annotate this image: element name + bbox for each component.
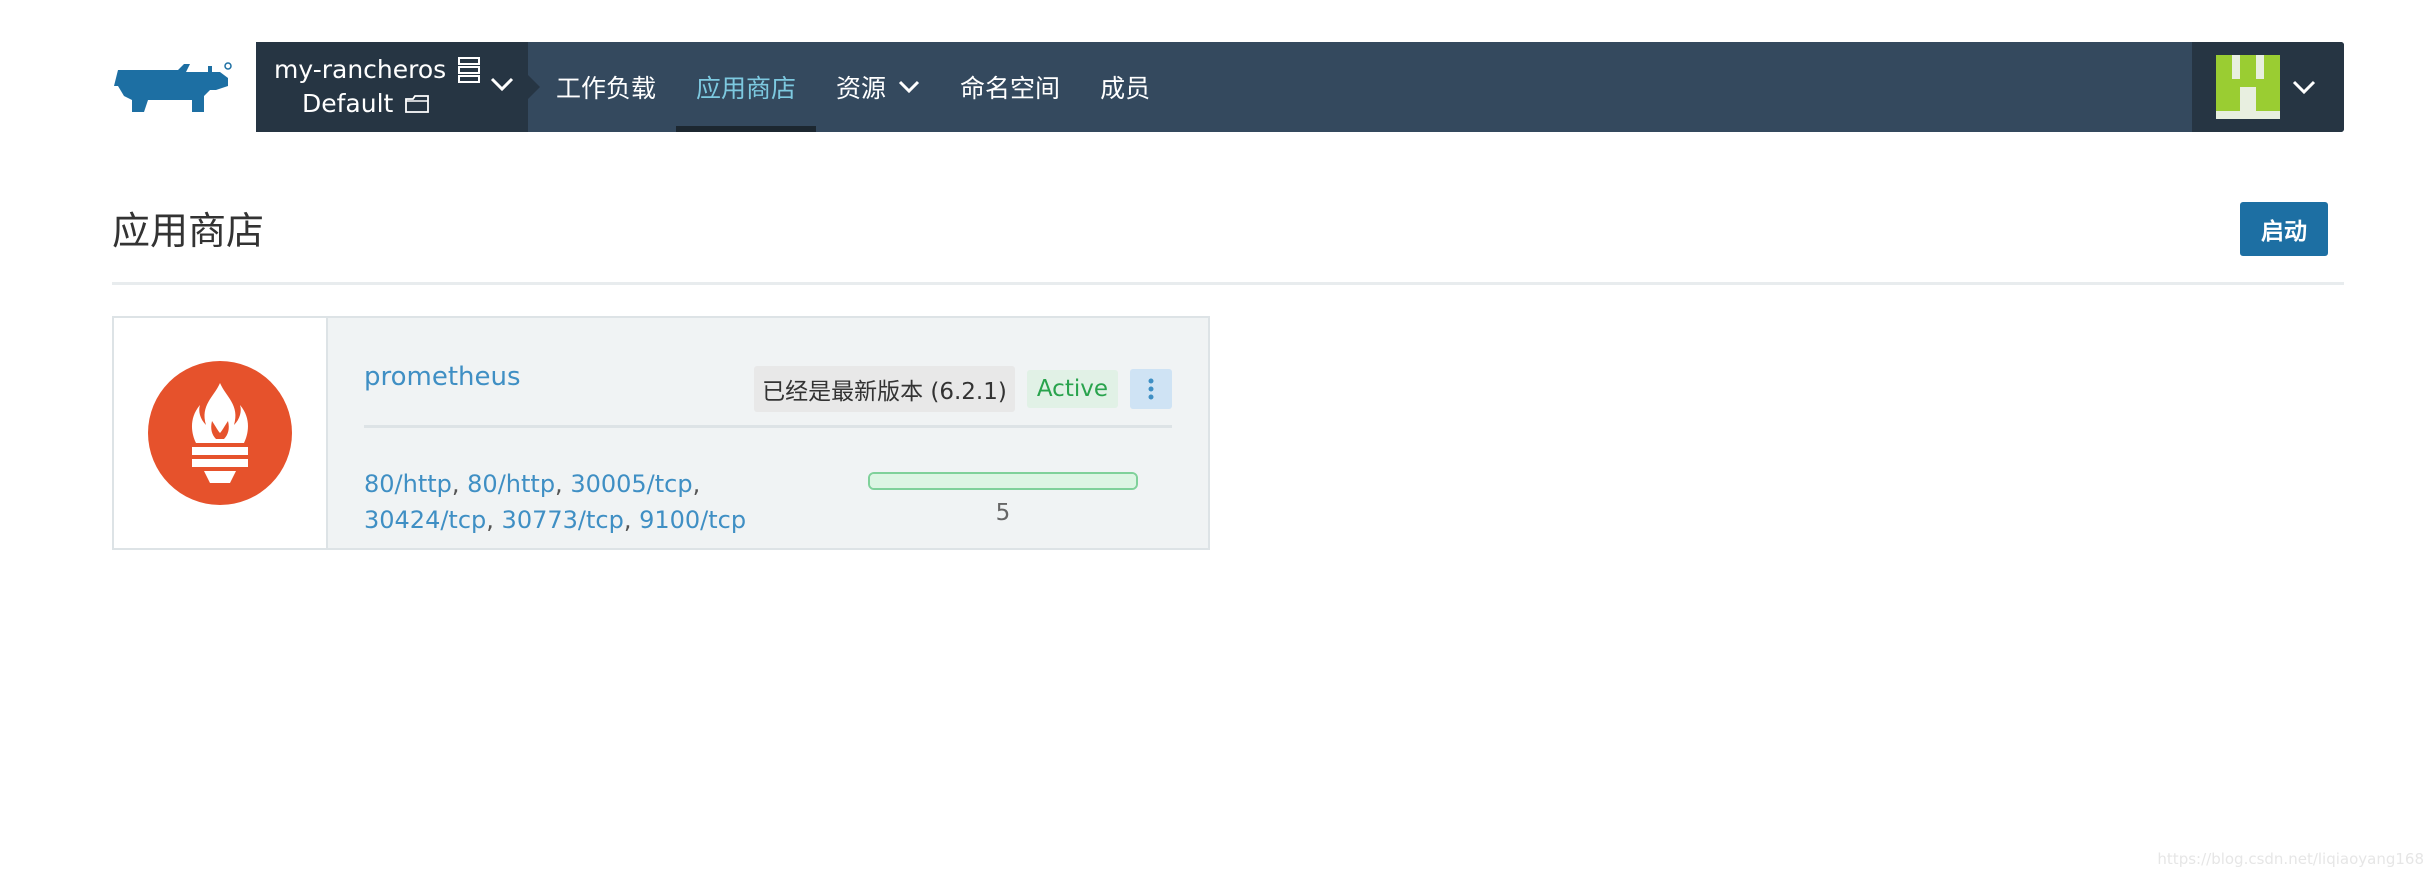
nav-item-members[interactable]: 成员 [1080, 42, 1170, 132]
nav-item-label: 资源 [836, 74, 887, 103]
nav-item-resources[interactable]: 资源 [816, 42, 940, 132]
workload-count: 5 [995, 500, 1011, 526]
page-title: 应用商店 [112, 209, 265, 253]
progress-bar [868, 472, 1138, 490]
project-folder-icon [405, 95, 430, 113]
main-nav: 工作负载 应用商店 资源 命名空间 成员 [536, 42, 1170, 132]
app-card: prometheus 已经是最新版本 (6.2.1) Active 80/htt… [112, 316, 1210, 550]
chevron-down-icon [898, 80, 920, 94]
endpoint-link[interactable]: 30424/tcp [364, 506, 486, 534]
progress-bar-fill [870, 474, 1136, 488]
nav-item-namespaces[interactable]: 命名空间 [940, 42, 1080, 132]
status-badge: Active [1026, 370, 1118, 408]
card-divider [364, 425, 1172, 428]
nav-item-label: 成员 [1100, 74, 1151, 103]
cluster-name: my-rancheros [274, 55, 447, 84]
version-badge: 已经是最新版本 (6.2.1) [754, 366, 1015, 412]
launch-button[interactable]: 启动 [2240, 202, 2328, 256]
more-actions-button[interactable] [1130, 369, 1172, 409]
avatar[interactable] [2216, 55, 2280, 119]
top-navbar: my-rancheros Default 工作负载 应用商店 资源 命名空间 成… [256, 42, 2344, 132]
endpoint-link[interactable]: 30773/tcp [502, 506, 624, 534]
cluster-project-switcher[interactable]: my-rancheros Default [256, 42, 540, 132]
endpoint-link[interactable]: 30005/tcp [570, 470, 692, 498]
workload-progress: 5 [868, 472, 1138, 526]
nav-item-workloads[interactable]: 工作负载 [536, 42, 676, 132]
project-name: Default [302, 89, 394, 118]
user-menu[interactable] [2192, 42, 2344, 132]
chevron-down-icon [2292, 79, 2316, 95]
header-divider [112, 282, 2344, 285]
app-status-row: 已经是最新版本 (6.2.1) Active [754, 366, 1172, 412]
nav-item-label: 应用商店 [696, 74, 797, 103]
prometheus-logo-icon [148, 361, 292, 505]
app-card-body: prometheus 已经是最新版本 (6.2.1) Active 80/htt… [328, 318, 1208, 548]
nav-item-label: 命名空间 [960, 74, 1061, 103]
rancher-logo[interactable] [112, 56, 234, 118]
chevron-down-icon[interactable] [490, 76, 514, 96]
endpoint-link[interactable]: 80/http [364, 470, 452, 498]
nav-item-label: 工作负载 [556, 74, 657, 103]
nav-item-catalog-apps[interactable]: 应用商店 [676, 42, 817, 132]
vertical-dots-icon [1148, 378, 1154, 400]
watermark: https://blog.csdn.net/liqiaoyang168 [2157, 850, 2424, 868]
endpoint-list: 80/http, 80/http, 30005/tcp, 30424/tcp, … [364, 470, 747, 534]
endpoint-link[interactable]: 9100/tcp [639, 506, 746, 534]
app-name-link[interactable]: prometheus [364, 362, 521, 392]
cluster-server-icon [458, 57, 481, 83]
endpoint-link[interactable]: 80/http [467, 470, 555, 498]
app-icon-box [114, 318, 328, 548]
